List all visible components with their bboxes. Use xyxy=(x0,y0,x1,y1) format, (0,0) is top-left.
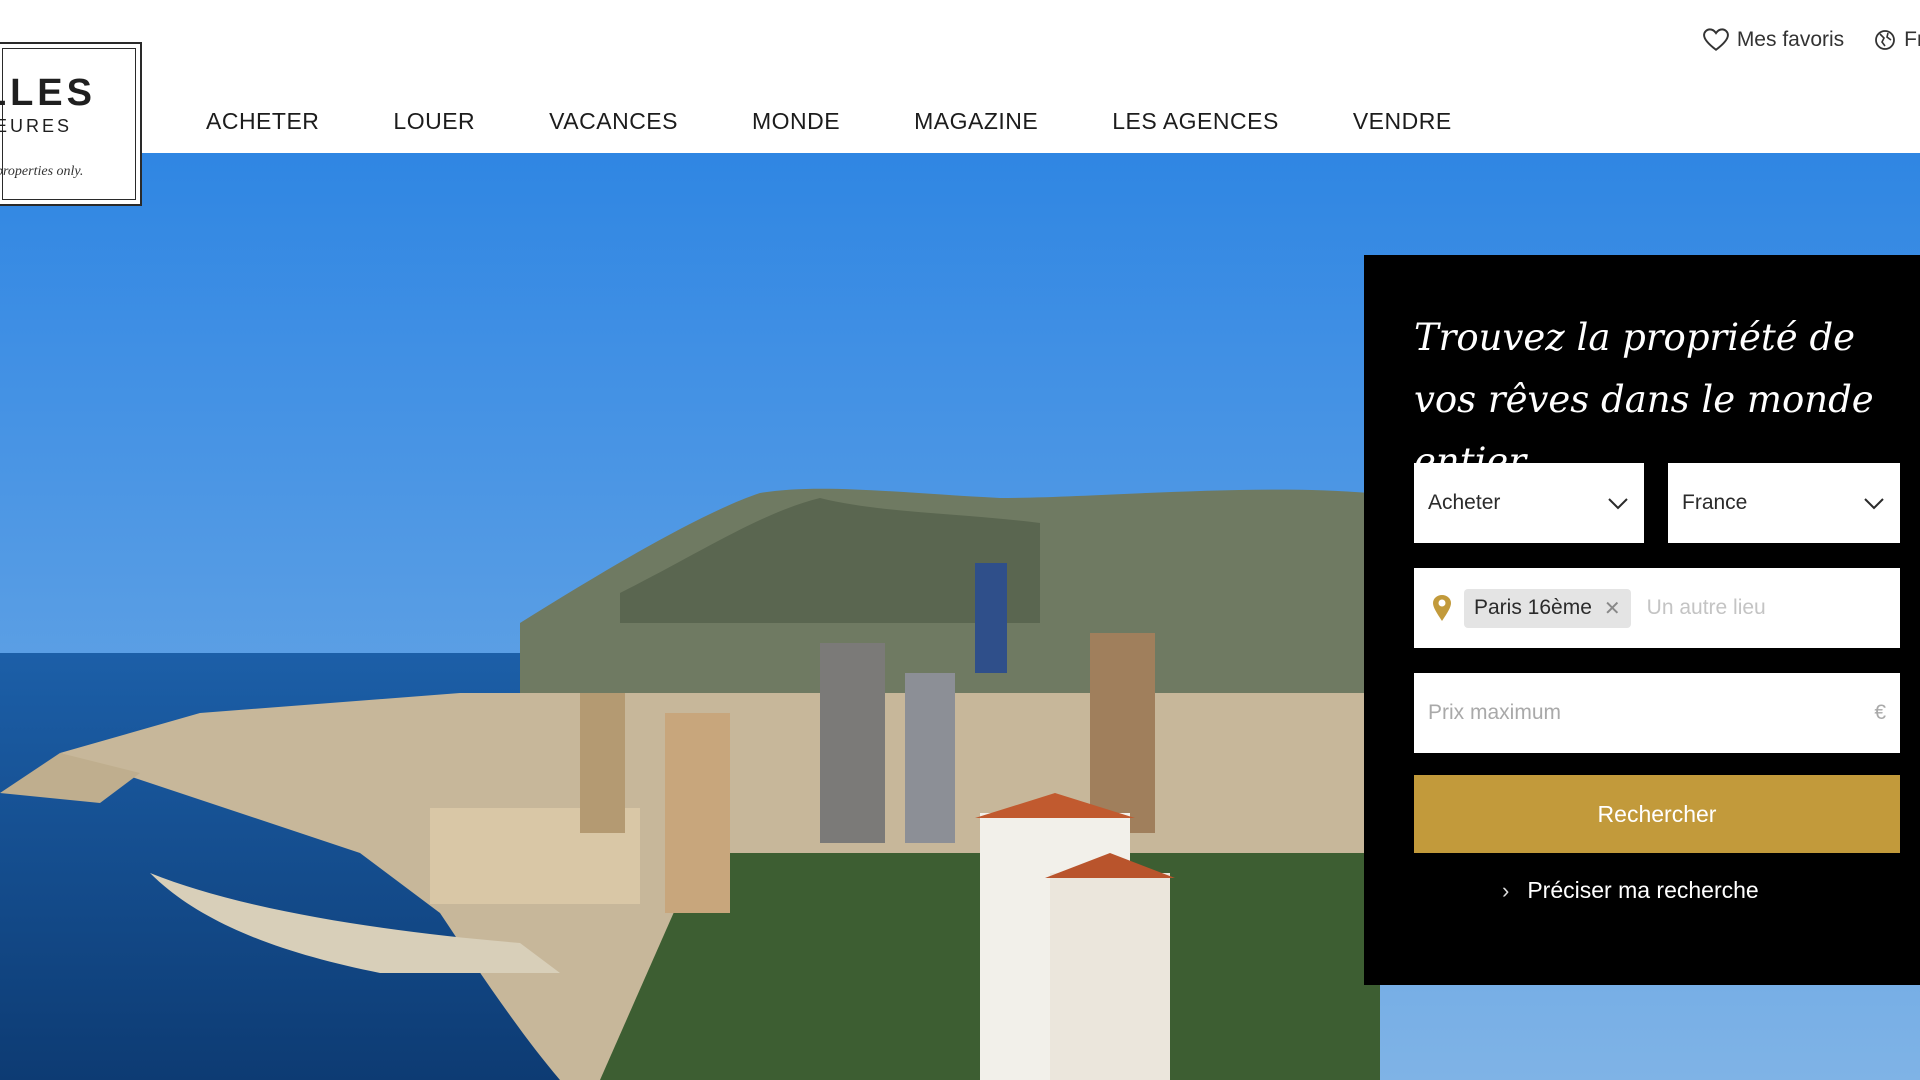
nav-item-monde[interactable]: MONDE xyxy=(752,108,840,135)
site-header: Mes favoris Fr ACHETER LOUER VACANCES MO… xyxy=(0,0,1920,153)
nav-item-vendre[interactable]: VENDRE xyxy=(1353,108,1452,135)
location-input[interactable]: Un autre lieu xyxy=(1647,596,1797,620)
max-price-placeholder: Prix maximum xyxy=(1428,701,1562,724)
max-price-input[interactable]: Prix maximum € xyxy=(1414,673,1900,753)
chevron-right-icon: › xyxy=(1502,877,1510,903)
nav-item-acheter[interactable]: ACHETER xyxy=(206,108,319,135)
transaction-type-select[interactable]: Acheter xyxy=(1414,463,1644,543)
nav-item-les-agences[interactable]: LES AGENCES xyxy=(1112,108,1279,135)
currency-symbol: € xyxy=(1874,701,1886,724)
map-pin-icon xyxy=(1433,595,1451,621)
favorites-label: Mes favoris xyxy=(1736,28,1845,51)
location-chip-label: Paris 16ème xyxy=(1474,596,1592,619)
top-utility-bar: Mes favoris Fr xyxy=(1702,28,1920,52)
search-button[interactable]: Rechercher xyxy=(1414,775,1900,853)
chevron-down-icon xyxy=(1864,498,1884,510)
refine-search-link[interactable]: › Préciser ma recherche xyxy=(1502,877,1759,904)
nav-item-magazine[interactable]: MAGAZINE xyxy=(914,108,1038,135)
location-chip: Paris 16ème ✕ xyxy=(1464,588,1631,628)
logo-wordmark-line2: EURES xyxy=(0,116,72,136)
refine-search-label: Préciser ma recherche xyxy=(1527,877,1759,903)
language-label: Fr xyxy=(1904,28,1920,51)
chevron-down-icon xyxy=(1608,498,1628,510)
logo-tagline: properties only. xyxy=(0,164,84,179)
country-select[interactable]: France xyxy=(1668,463,1900,543)
favorites-link[interactable]: Mes favoris xyxy=(1702,28,1845,52)
heart-icon xyxy=(1702,28,1729,51)
country-value: France xyxy=(1682,491,1748,514)
site-logo[interactable]: LLES EURES properties only. xyxy=(0,42,142,206)
search-panel: Trouvez la propriété de vos rêves dans l… xyxy=(1364,255,1920,985)
main-navigation: ACHETER LOUER VACANCES MONDE MAGAZINE LE… xyxy=(206,108,1526,135)
close-icon[interactable]: ✕ xyxy=(1604,596,1621,621)
logo-wordmark-line1: LLES xyxy=(0,72,96,114)
language-selector[interactable]: Fr xyxy=(1874,28,1920,52)
nav-item-vacances[interactable]: VACANCES xyxy=(549,108,678,135)
nav-item-louer[interactable]: LOUER xyxy=(393,108,475,135)
globe-icon xyxy=(1875,30,1896,50)
transaction-type-value: Acheter xyxy=(1428,491,1501,514)
location-field[interactable]: Paris 16ème ✕ Un autre lieu xyxy=(1414,568,1900,648)
